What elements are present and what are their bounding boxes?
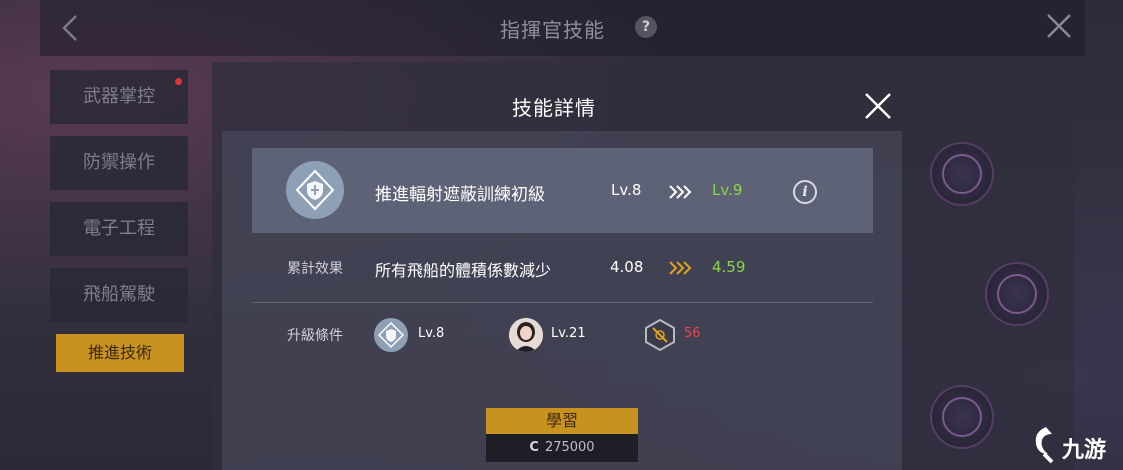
close-icon (1047, 14, 1071, 38)
credit-icon: C (529, 440, 539, 455)
sidebar-item-label: 武器掌控 (83, 86, 155, 107)
close-button[interactable] (1045, 12, 1073, 40)
skill-node[interactable] (985, 262, 1049, 326)
skill-node[interactable] (930, 142, 994, 206)
effect-description: 所有飛船的體積係數減少 (375, 261, 552, 280)
watermark-text: 九游 (1062, 437, 1107, 463)
modal-title: 技能詳情 (512, 96, 596, 120)
close-icon (865, 93, 891, 119)
requirement-commander-level: Lv.21 (551, 326, 586, 341)
double-chevron-right-icon (666, 183, 692, 201)
sidebar-item-label: 防禦操作 (83, 152, 155, 173)
shield-skill-icon (286, 161, 344, 219)
back-button[interactable] (58, 12, 82, 44)
cost-amount: 275000 (544, 440, 595, 455)
effect-value-current: 4.08 (610, 258, 644, 276)
notification-badge (175, 78, 182, 85)
sidebar: 武器掌控 防禦操作 電子工程 飛船駕駛 推進技術 (50, 70, 190, 384)
sidebar-item-propulsion[interactable]: 推進技術 (56, 334, 184, 372)
shield-skill-icon (374, 318, 408, 352)
requirement-skill-level: Lv.8 (418, 326, 445, 341)
commander-avatar (509, 318, 543, 352)
level-current: Lv.8 (611, 181, 642, 199)
sidebar-item-electronics[interactable]: 電子工程 (50, 202, 188, 256)
learn-button[interactable]: 學習 (486, 408, 638, 434)
sidebar-item-piloting[interactable]: 飛船駕駛 (50, 268, 188, 322)
skill-name: 推進輻射遮蔽訓練初級 (375, 185, 545, 205)
requirements-label: 升級條件 (287, 328, 343, 344)
modal-close-button[interactable] (862, 90, 894, 122)
effect-value-next: 4.59 (712, 258, 746, 276)
sidebar-item-label: 推進技術 (87, 343, 152, 362)
help-icon[interactable]: ? (635, 16, 657, 38)
research-point-icon (643, 318, 677, 352)
sidebar-item-label: 電子工程 (83, 218, 155, 239)
sidebar-item-label: 飛船駕駛 (83, 284, 155, 305)
divider (252, 302, 873, 303)
learn-cost: C 275000 (486, 434, 638, 462)
level-next: Lv.9 (712, 181, 743, 199)
sidebar-item-weapons[interactable]: 武器掌控 (50, 70, 188, 124)
double-chevron-right-icon (666, 259, 692, 277)
sidebar-item-defense[interactable]: 防禦操作 (50, 136, 188, 190)
effect-label: 累計效果 (287, 261, 343, 277)
chevron-left-icon (62, 15, 77, 41)
info-icon[interactable]: i (793, 180, 817, 204)
requirement-research-points: 56 (684, 326, 701, 341)
skill-node[interactable] (930, 385, 994, 449)
